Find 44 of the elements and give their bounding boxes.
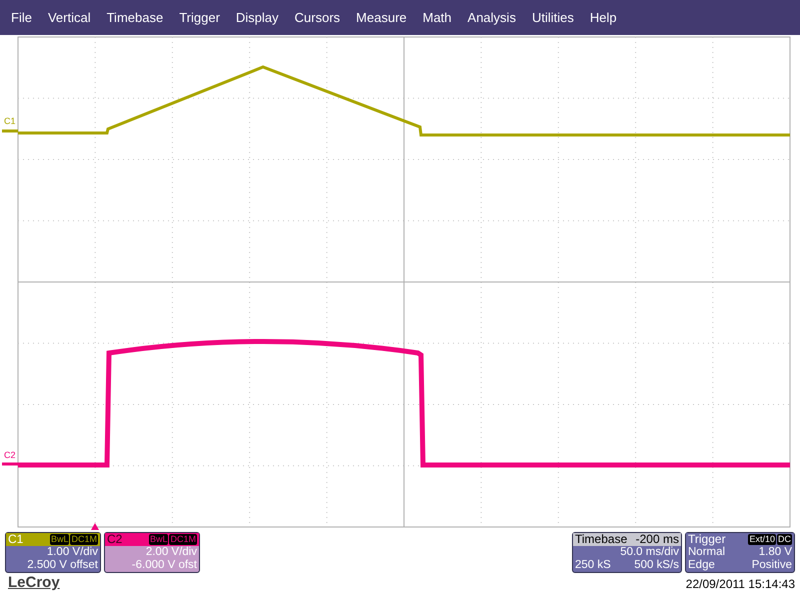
menu-item[interactable]: Trigger	[172, 8, 227, 28]
channel-setting: 2.500 V offset	[26, 559, 99, 572]
brand-logo: LeCroy	[8, 575, 60, 591]
channel-descriptor[interactable]: C1 BwL DC1M 1.00 V/div 2.500 V offset	[5, 532, 101, 573]
channel-setting: 2.00 V/div	[144, 546, 198, 559]
menu-item[interactable]: Display	[228, 8, 286, 28]
timebase-descriptor[interactable]: Timebase -200 ms 50.0 ms/div 250 kS 500 kS/s	[572, 532, 682, 573]
descriptor-text: Normal	[688, 546, 726, 559]
menu-item[interactable]: Measure	[349, 8, 414, 28]
descriptor-text: 500 kS/s	[634, 559, 679, 572]
trigger-marker-icon	[91, 523, 99, 530]
coupling-tag: BwL	[50, 534, 70, 545]
trace-label: C1	[4, 116, 16, 126]
coupling-tag: Ext/10	[748, 534, 776, 545]
channel-descriptor[interactable]: C2 BwL DC1M 2.00 V/div -6.000 V ofst	[104, 532, 200, 573]
channel-label: C1	[8, 533, 24, 546]
menu-item[interactable]: Timebase	[100, 8, 170, 28]
descriptor-text: 250 kS	[575, 559, 611, 572]
descriptor-text: 1.80 V	[758, 546, 792, 559]
channel-setting: -6.000 V ofst	[130, 559, 198, 572]
timestamp: 22/09/2011 15:14:43	[686, 577, 795, 591]
trace-marker-icon	[2, 130, 18, 132]
trace-marker-icon	[2, 462, 18, 466]
menu-item[interactable]: Analysis	[460, 8, 523, 28]
trace-label: C2	[4, 450, 16, 460]
menu-item[interactable]: Vertical	[40, 8, 98, 28]
menu-item[interactable]: Utilities	[524, 8, 581, 28]
channel-label: C2	[107, 533, 122, 546]
descriptor-text: 50.0 ms/div	[620, 546, 679, 559]
coupling-tag: BwL	[148, 534, 168, 545]
coupling-tag: DC1M	[169, 534, 197, 545]
descriptor-text: Positive	[752, 559, 792, 572]
coupling-tag: DC1M	[70, 534, 98, 545]
descriptor-value: -200 ms	[636, 533, 679, 546]
menu-item[interactable]: Cursors	[288, 8, 348, 28]
trigger-descriptor[interactable]: Trigger Ext/10 DC Normal 1.80 V Edge Positive	[685, 532, 795, 573]
descriptor-title: Timebase	[575, 533, 628, 546]
menu-item[interactable]: Help	[582, 8, 624, 28]
descriptor-text: Edge	[688, 559, 715, 572]
channel-setting: 1.00 V/div	[46, 546, 99, 559]
coupling-tag: DC	[777, 534, 792, 545]
menu-item[interactable]: File	[4, 8, 39, 28]
descriptor-title: Trigger	[688, 533, 726, 546]
menu-item[interactable]: Math	[416, 8, 459, 28]
